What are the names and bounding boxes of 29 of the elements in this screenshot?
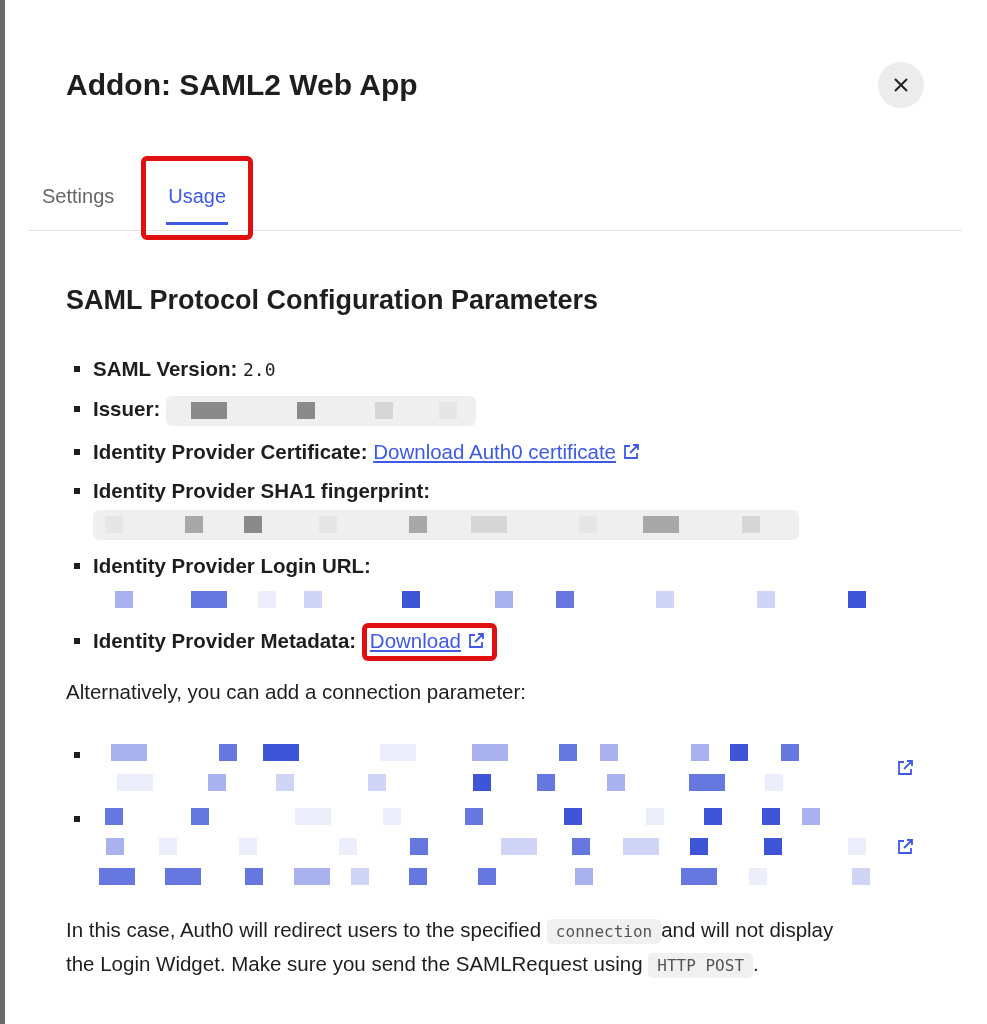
note-paragraph: In this case, Auth0 will redirect users to the specified connection and will not display the Login Widget. Make sure you send the SAMLRequest using HTTP POST . xyxy=(66,914,866,982)
tab[interactable]: Usage xyxy=(166,161,229,225)
tab[interactable]: Settings xyxy=(40,161,117,225)
bullet xyxy=(74,449,80,455)
bullet xyxy=(74,563,80,569)
external-link-icon xyxy=(896,838,914,856)
dialog-title: Addon: SAML2 Web App xyxy=(66,68,418,102)
external-link-icon xyxy=(896,759,914,777)
parameter-label: Identity Provider SHA1 fingerprint: xyxy=(93,479,431,502)
parameter-label: Identity Provider Metadata: xyxy=(93,629,357,652)
intro-text: Alternatively, you can add a connection parameter: xyxy=(66,679,527,705)
close-icon xyxy=(894,78,908,92)
download-link[interactable]: Download Auth0 certificate xyxy=(373,439,616,465)
bullet xyxy=(74,488,80,494)
parameter-label: Identity Provider Login URL: xyxy=(93,554,371,577)
bullet xyxy=(74,638,80,644)
bullet xyxy=(74,752,80,758)
parameter-label: Identity Provider Certificate: xyxy=(93,440,368,463)
download-link[interactable]: Download xyxy=(369,628,461,654)
parameter-value: 2.0 xyxy=(243,359,276,380)
close-button[interactable] xyxy=(878,62,924,108)
parameter-label: SAML Version: xyxy=(93,357,238,380)
external-link-icon xyxy=(467,632,485,650)
bullet xyxy=(74,816,80,822)
external-link-icon xyxy=(622,443,640,461)
bullet xyxy=(74,366,80,372)
section-heading: SAML Protocol Configuration Parameters xyxy=(66,285,600,316)
bullet xyxy=(74,406,80,412)
parameter-label: Issuer: xyxy=(93,397,161,421)
